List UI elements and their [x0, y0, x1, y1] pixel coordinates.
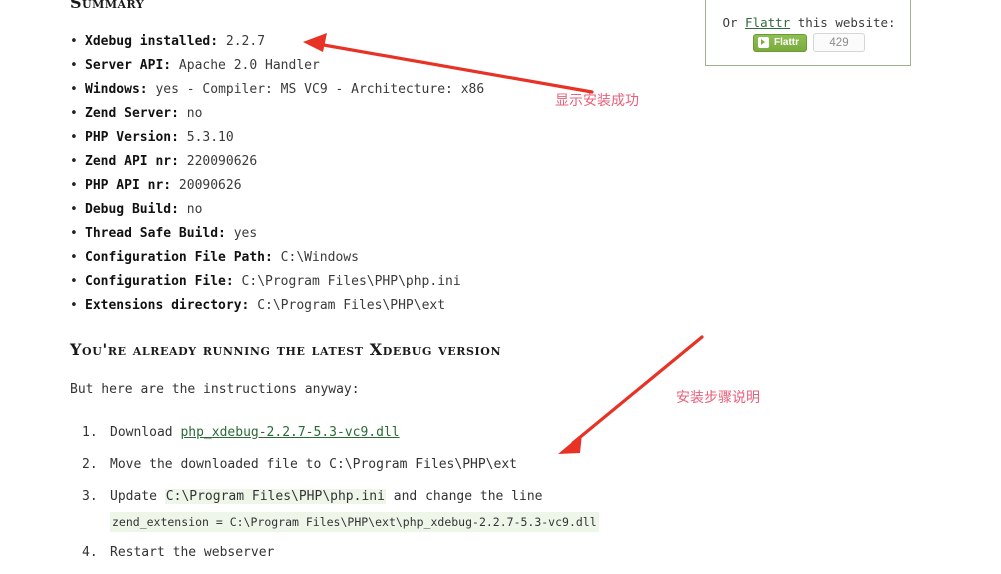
summary-value: 2.2.7 — [225, 34, 266, 49]
list-item: Extensions directory: C:\Program Files\P… — [70, 294, 484, 318]
summary-value: C:\Windows — [280, 250, 359, 265]
summary-list: Xdebug installed: 2.2.7 Server API: Apac… — [70, 30, 484, 318]
summary-key: Windows: — [85, 82, 148, 97]
flattr-promo-box: Or Flattr this website: Flattr 429 — [705, 0, 911, 66]
summary-value: Apache 2.0 Handler — [178, 58, 320, 73]
list-item: Configuration File: C:\Program Files\PHP… — [70, 270, 484, 294]
summary-value: 5.3.10 — [186, 130, 234, 145]
flattr-count-badge[interactable]: 429 — [813, 33, 865, 52]
summary-key: Xdebug installed: — [85, 34, 219, 49]
summary-key: Zend API nr: — [85, 154, 179, 169]
list-item: Server API: Apache 2.0 Handler — [70, 54, 484, 78]
xdebug-dll-download-link[interactable]: php_xdebug-2.2.7-5.3-vc9.dll — [180, 425, 399, 440]
flattr-controls: Flattr 429 — [706, 33, 912, 52]
list-item: Thread Safe Build: yes — [70, 222, 484, 246]
page-title: Summary — [70, 0, 145, 12]
summary-value: yes — [233, 226, 258, 241]
list-item: PHP API nr: 20090626 — [70, 174, 484, 198]
list-item: Move the downloaded file to C:\Program F… — [82, 454, 517, 476]
summary-value: no — [186, 202, 203, 217]
summary-value: yes - Compiler: MS VC9 - Architecture: x… — [155, 82, 485, 97]
summary-value: 220090626 — [186, 154, 258, 169]
flattr-link[interactable]: Flattr — [745, 15, 790, 30]
summary-value: C:\Program Files\PHP\php.ini — [241, 274, 461, 289]
list-item: Zend API nr: 220090626 — [70, 150, 484, 174]
summary-value: 20090626 — [178, 178, 242, 193]
list-item: Configuration File Path: C:\Windows — [70, 246, 484, 270]
list-item: Xdebug installed: 2.2.7 — [70, 30, 484, 54]
flattr-prompt-text: Or Flattr this website: — [706, 15, 912, 30]
summary-value: C:\Program Files\PHP\ext — [257, 298, 446, 313]
flattr-prompt-prefix: Or — [722, 15, 746, 30]
php-ini-path-code: C:\Program Files\PHP\php.ini — [164, 489, 386, 504]
zend-extension-code-line: zend_extension = C:\Program Files\PHP\ex… — [110, 512, 599, 532]
summary-key: Server API: — [85, 58, 172, 73]
step3-prefix: Update — [110, 489, 165, 504]
summary-key: Extensions directory: — [85, 298, 250, 313]
summary-key: Configuration File Path: — [85, 250, 273, 265]
list-item: Update C:\Program Files\PHP\php.ini and … — [82, 486, 599, 532]
flattr-logo-icon — [758, 37, 769, 48]
summary-key: PHP API nr: — [85, 178, 172, 193]
section-heading-latest-version: You're already running the latest Xdebug… — [70, 340, 502, 359]
flattr-button-label: Flattr — [774, 36, 799, 48]
list-item: Debug Build: no — [70, 198, 484, 222]
flattr-prompt-suffix: this website: — [790, 15, 896, 30]
step3-suffix: and change the line — [385, 489, 543, 504]
summary-key: Thread Safe Build: — [85, 226, 226, 241]
summary-key: Debug Build: — [85, 202, 179, 217]
annotation-label-install-success: 显示安装成功 — [555, 93, 639, 109]
instructions-intro-text: But here are the instructions anyway: — [70, 382, 360, 397]
list-item: PHP Version: 5.3.10 — [70, 126, 484, 150]
annotation-label-install-steps: 安装步骤说明 — [676, 390, 760, 406]
instruction-steps-list: Download php_xdebug-2.2.7-5.3-vc9.dll Mo… — [82, 422, 599, 574]
flattr-button[interactable]: Flattr — [753, 33, 807, 52]
summary-key: PHP Version: — [85, 130, 179, 145]
summary-key: Configuration File: — [85, 274, 234, 289]
summary-value: no — [186, 106, 203, 121]
summary-key: Zend Server: — [85, 106, 179, 121]
list-item: Restart the webserver — [82, 542, 275, 564]
list-item: Zend Server: no — [70, 102, 484, 126]
list-item: Windows: yes - Compiler: MS VC9 - Archit… — [70, 78, 484, 102]
list-item: Download php_xdebug-2.2.7-5.3-vc9.dll — [82, 422, 599, 444]
step1-prefix: Download — [110, 425, 181, 440]
